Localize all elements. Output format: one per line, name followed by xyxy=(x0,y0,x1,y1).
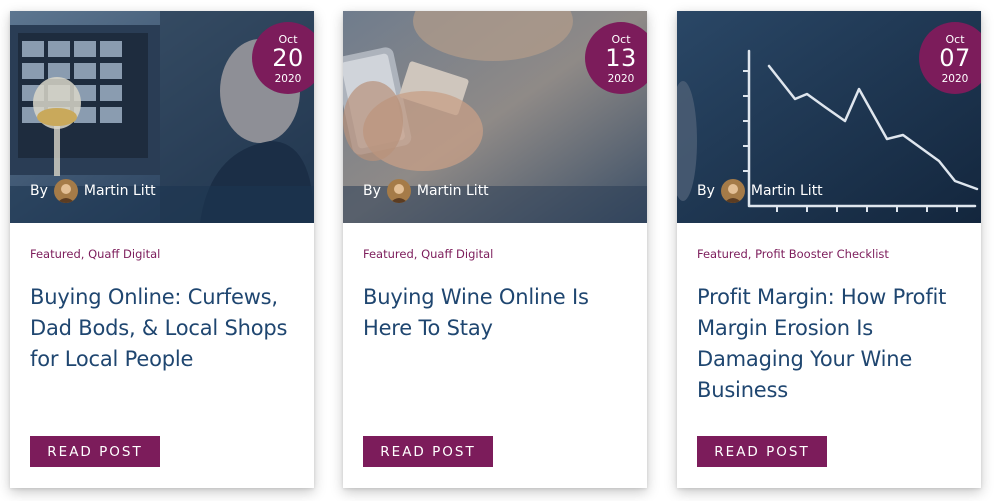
category-link[interactable]: Quaff Digital xyxy=(88,247,160,261)
category-link[interactable]: Quaff Digital xyxy=(421,247,493,261)
date-day: 20 xyxy=(272,44,304,72)
date-year: 2020 xyxy=(274,73,302,85)
read-post-button[interactable]: READ POST xyxy=(363,436,493,467)
post-image-video-call[interactable]: Oct 20 2020 By Martin Litt xyxy=(10,11,314,223)
category-link[interactable]: Profit Booster Checklist xyxy=(755,247,889,261)
date-year: 2020 xyxy=(941,73,969,85)
byline: By Martin Litt xyxy=(697,179,823,203)
post-title-link[interactable]: Buying Wine Online Is Here To Stay xyxy=(363,282,638,344)
post-image-phone-payment[interactable]: Oct 13 2020 By Martin Litt xyxy=(343,11,647,223)
category-separator: , xyxy=(747,247,752,261)
category-list: Featured, Quaff Digital xyxy=(363,247,493,261)
byline: By Martin Litt xyxy=(30,179,156,203)
post-card[interactable]: Oct 20 2020 By Martin Litt Featured, Qua… xyxy=(10,11,314,488)
post-title-link[interactable]: Buying Online: Curfews, Dad Bods, & Loca… xyxy=(30,282,305,375)
author-avatar[interactable] xyxy=(386,179,411,203)
post-card[interactable]: Oct 13 2020 By Martin Litt Featured, Qua… xyxy=(343,11,647,488)
date-badge: Oct 20 2020 xyxy=(252,22,314,94)
post-card[interactable]: Oct 07 2020 By Martin Litt Featured, Pro… xyxy=(677,11,981,488)
author-name-link[interactable]: Martin Litt xyxy=(84,183,156,199)
read-post-button[interactable]: READ POST xyxy=(697,436,827,467)
byline-prefix: By xyxy=(363,183,381,199)
byline-prefix: By xyxy=(30,183,48,199)
author-name-link[interactable]: Martin Litt xyxy=(751,183,823,199)
author-avatar[interactable] xyxy=(720,179,745,203)
byline-prefix: By xyxy=(697,183,715,199)
category-link[interactable]: Featured xyxy=(363,247,414,261)
category-separator: , xyxy=(80,247,85,261)
read-post-button[interactable]: READ POST xyxy=(30,436,160,467)
category-link[interactable]: Featured xyxy=(30,247,81,261)
category-link[interactable]: Featured xyxy=(697,247,748,261)
category-list: Featured, Quaff Digital xyxy=(30,247,160,261)
date-year: 2020 xyxy=(607,73,635,85)
date-badge: Oct 07 2020 xyxy=(919,22,981,94)
date-day: 13 xyxy=(605,44,637,72)
date-day: 07 xyxy=(939,44,971,72)
author-name-link[interactable]: Martin Litt xyxy=(417,183,489,199)
author-avatar[interactable] xyxy=(53,179,78,203)
category-list: Featured, Profit Booster Checklist xyxy=(697,247,889,261)
byline: By Martin Litt xyxy=(363,179,489,203)
date-badge: Oct 13 2020 xyxy=(585,22,647,94)
post-title-link[interactable]: Profit Margin: How Profit Margin Erosion… xyxy=(697,282,972,406)
category-separator: , xyxy=(413,247,418,261)
post-image-declining-chart[interactable]: Oct 07 2020 By Martin Litt xyxy=(677,11,981,223)
